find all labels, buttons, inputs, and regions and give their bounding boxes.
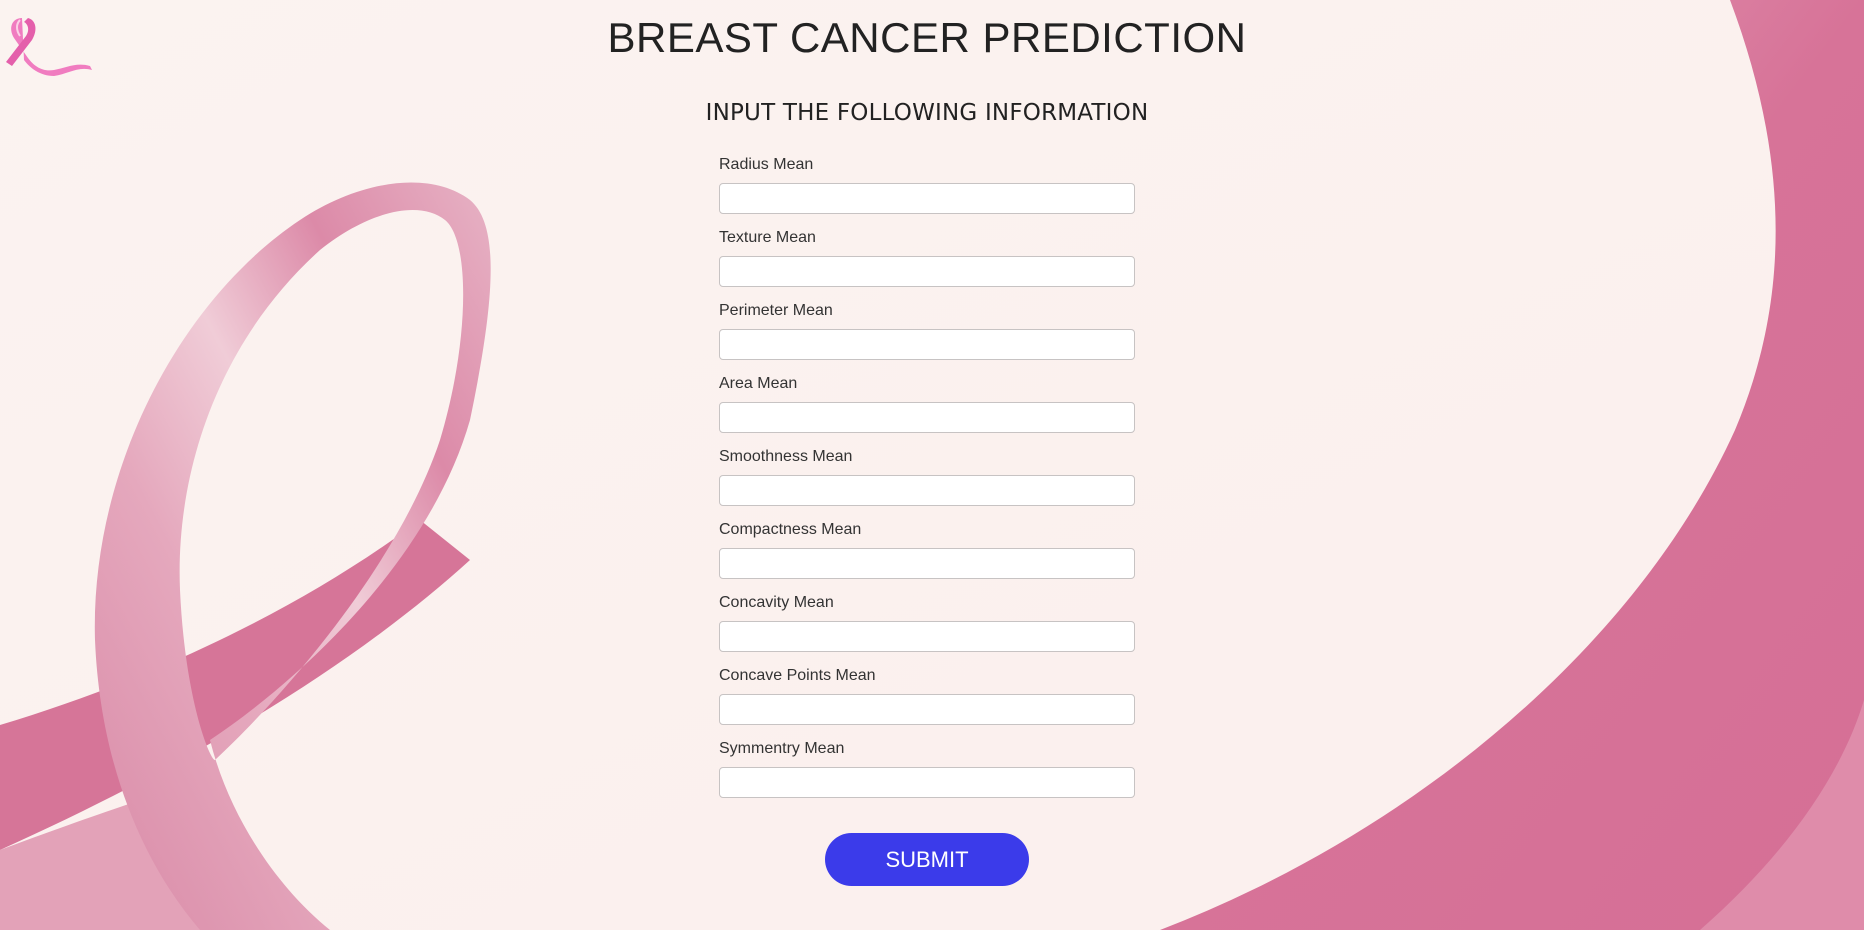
prediction-form: Radius Mean Texture Mean Perimeter Mean … [719, 151, 1135, 808]
field-compactness-mean: Compactness Mean [719, 516, 1135, 589]
field-label: Symmentry Mean [719, 740, 845, 757]
field-texture-mean: Texture Mean [719, 224, 1135, 297]
submit-button[interactable]: SUBMIT [825, 833, 1029, 886]
field-label: Concavity Mean [719, 594, 834, 611]
page-title: BREAST CANCER PREDICTION [607, 14, 1247, 61]
field-concave-points-mean: Concave Points Mean [719, 662, 1135, 735]
field-concavity-mean: Concavity Mean [719, 589, 1135, 662]
field-symmetry-mean: Symmentry Mean [719, 735, 1135, 808]
symmetry-mean-input[interactable] [719, 767, 1135, 798]
field-label: Area Mean [719, 375, 798, 392]
smoothness-mean-input[interactable] [719, 475, 1135, 506]
field-label: Concave Points Mean [719, 667, 876, 684]
form-subtitle: INPUT THE FOLLOWING INFORMATION [705, 100, 1149, 126]
radius-mean-input[interactable] [719, 183, 1135, 214]
field-label: Perimeter Mean [719, 302, 833, 319]
perimeter-mean-input[interactable] [719, 329, 1135, 360]
field-smoothness-mean: Smoothness Mean [719, 443, 1135, 516]
texture-mean-input[interactable] [719, 256, 1135, 287]
field-radius-mean: Radius Mean [719, 151, 1135, 224]
compactness-mean-input[interactable] [719, 548, 1135, 579]
concavity-mean-input[interactable] [719, 621, 1135, 652]
field-perimeter-mean: Perimeter Mean [719, 297, 1135, 370]
field-area-mean: Area Mean [719, 370, 1135, 443]
field-label: Compactness Mean [719, 521, 862, 538]
field-label: Smoothness Mean [719, 448, 853, 465]
concave-points-mean-input[interactable] [719, 694, 1135, 725]
field-label: Texture Mean [719, 229, 816, 246]
area-mean-input[interactable] [719, 402, 1135, 433]
field-label: Radius Mean [719, 156, 814, 173]
